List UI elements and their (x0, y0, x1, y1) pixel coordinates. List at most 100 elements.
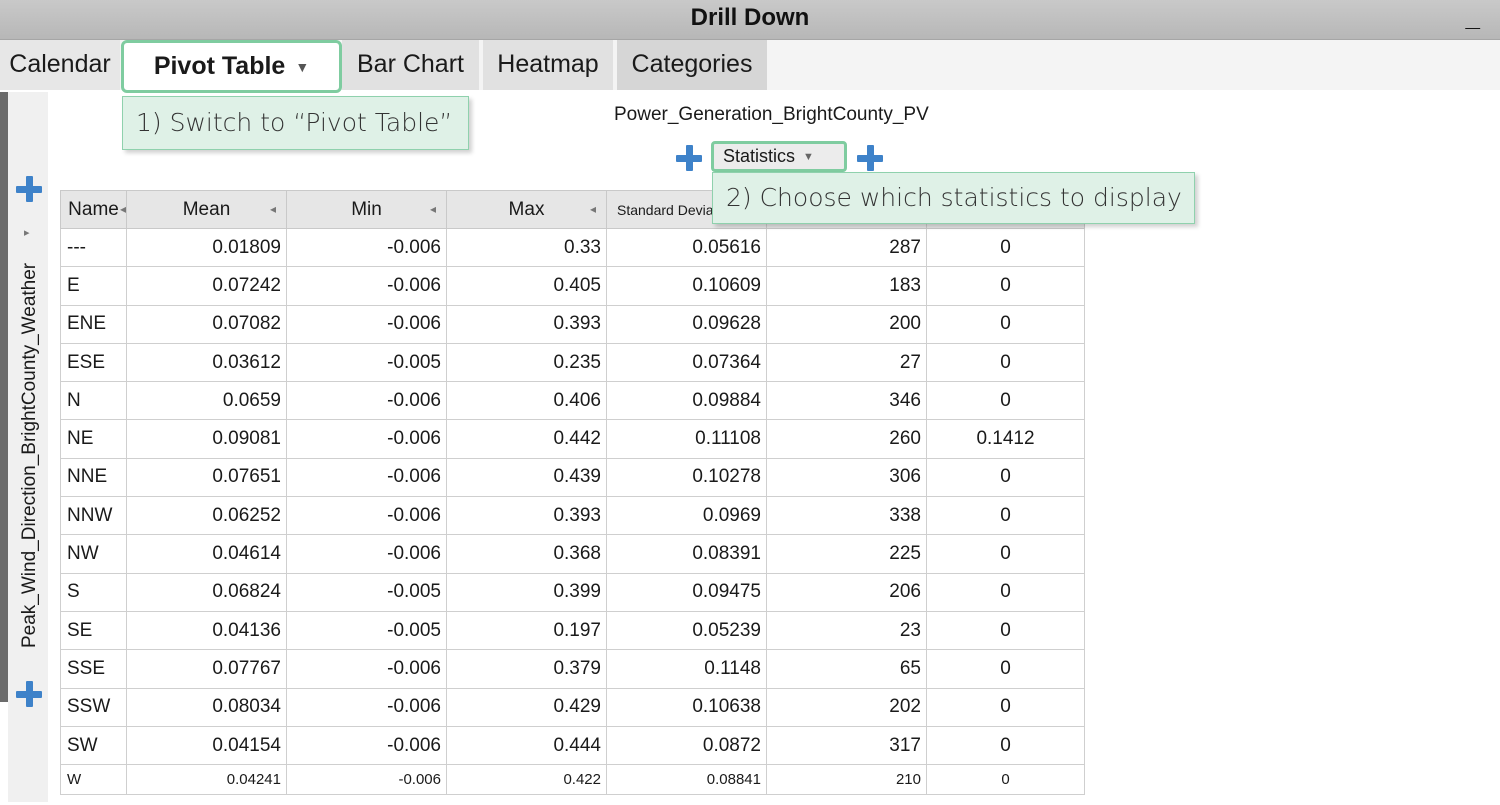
count-cell: 206 (766, 572, 927, 612)
row-name-cell[interactable]: --- (60, 227, 127, 268)
max-cell: 0.235 (446, 342, 607, 383)
column-header-label: Min (351, 198, 382, 220)
tab-pivot-table-label: Pivot Table (153, 52, 286, 80)
tab-categories[interactable]: Categories (615, 40, 767, 90)
std-dev-cell: 0.05616 (606, 227, 767, 268)
min-cell: -0.005 (286, 342, 447, 383)
row-name-cell[interactable]: N (60, 381, 127, 421)
row-name-cell[interactable]: SE (60, 610, 127, 651)
max-cell: 0.368 (446, 534, 607, 574)
scroll-strip[interactable] (0, 92, 8, 702)
count-cell: 317 (766, 725, 927, 766)
mean-cell: 0.09081 (126, 419, 287, 459)
row-name-cell[interactable]: NE (60, 419, 127, 459)
table-row[interactable]: E 0.07242 -0.006 0.405 0.10609 183 0 (60, 266, 1085, 306)
min-cell: -0.006 (286, 649, 447, 689)
add-row-field-top-plus-icon[interactable] (16, 176, 42, 202)
min-cell: -0.006 (286, 381, 447, 421)
table-row[interactable]: S 0.06824 -0.005 0.399 0.09475 206 0 (60, 572, 1085, 612)
caret-down-icon: ▼ (295, 59, 310, 76)
column-header-mean[interactable]: Mean ◂ (126, 190, 287, 229)
row-name-cell[interactable]: NW (60, 534, 127, 574)
extra-cell: 0 (926, 227, 1085, 268)
pivot-table: Name ◂ Mean ◂ Min ◂ Max ◂ Standard Deviat --… (60, 190, 1085, 796)
row-name-cell[interactable]: E (60, 266, 127, 306)
count-cell: 210 (766, 764, 927, 796)
table-row[interactable]: W 0.04241 -0.006 0.422 0.08841 210 0 (60, 764, 1085, 796)
row-name-cell[interactable]: SSW (60, 687, 127, 727)
min-cell: -0.006 (286, 687, 447, 727)
row-name-cell[interactable]: ESE (60, 342, 127, 383)
annotation-switch-pivot: 1) Switch to “Pivot Table” (122, 96, 469, 150)
std-dev-cell: 0.0872 (606, 725, 767, 766)
sort-arrow-icon[interactable]: ◂ (270, 202, 276, 216)
table-row[interactable]: SE 0.04136 -0.005 0.197 0.05239 23 0 (60, 610, 1085, 651)
column-header-label: Name (68, 198, 119, 220)
minimize-button[interactable]: _ (1466, 2, 1480, 33)
min-cell: -0.006 (286, 457, 447, 498)
row-name-cell[interactable]: ENE (60, 304, 127, 344)
tab-heatmap[interactable]: Heatmap (481, 40, 613, 90)
table-row[interactable]: NNW 0.06252 -0.006 0.393 0.0969 338 0 (60, 496, 1085, 536)
std-dev-cell: 0.1148 (606, 649, 767, 689)
title-bar: Drill Down _ (0, 0, 1500, 40)
tab-pivot-table[interactable]: Pivot Table ▼ (121, 40, 342, 93)
table-row[interactable]: ENE 0.07082 -0.006 0.393 0.09628 200 0 (60, 304, 1085, 344)
table-row[interactable]: NE 0.09081 -0.006 0.442 0.11108 260 0.1412 (60, 419, 1085, 459)
mean-cell: 0.01809 (126, 227, 287, 268)
sort-arrow-icon[interactable]: ◂ (590, 202, 596, 216)
table-row[interactable]: NW 0.04614 -0.006 0.368 0.08391 225 0 (60, 534, 1085, 574)
row-name-cell[interactable]: SSE (60, 649, 127, 689)
max-cell: 0.444 (446, 725, 607, 766)
min-cell: -0.005 (286, 610, 447, 651)
min-cell: -0.006 (286, 227, 447, 268)
extra-cell: 0 (926, 496, 1085, 536)
sort-arrow-icon[interactable]: ◂ (120, 202, 126, 216)
table-row[interactable]: NNE 0.07651 -0.006 0.439 0.10278 306 0 (60, 457, 1085, 498)
row-name-cell[interactable]: W (60, 764, 127, 796)
caret-down-icon: ▼ (803, 150, 814, 163)
mean-cell: 0.06824 (126, 572, 287, 612)
extra-cell: 0 (926, 687, 1085, 727)
min-cell: -0.006 (286, 764, 447, 796)
row-axis-label[interactable]: Peak_Wind_Direction_BrightCounty_Weather (19, 250, 43, 660)
std-dev-cell: 0.10638 (606, 687, 767, 727)
expand-arrow-icon[interactable]: ▸ (24, 226, 30, 239)
max-cell: 0.197 (446, 610, 607, 651)
row-name-cell[interactable]: SW (60, 725, 127, 766)
std-dev-cell: 0.10609 (606, 266, 767, 306)
tab-bar: Calendar Pivot Table ▼ Bar Chart Heatmap … (0, 40, 1500, 93)
sort-arrow-icon[interactable]: ◂ (430, 202, 436, 216)
column-header-max[interactable]: Max ◂ (446, 190, 607, 229)
column-header-name[interactable]: Name ◂ (60, 190, 127, 229)
std-dev-cell: 0.07364 (606, 342, 767, 383)
table-row[interactable]: SW 0.04154 -0.006 0.444 0.0872 317 0 (60, 725, 1085, 766)
statistics-dropdown[interactable]: Statistics ▼ (711, 141, 847, 172)
table-row[interactable]: ESE 0.03612 -0.005 0.235 0.07364 27 0 (60, 342, 1085, 383)
table-row[interactable]: SSW 0.08034 -0.006 0.429 0.10638 202 0 (60, 687, 1085, 727)
count-cell: 183 (766, 266, 927, 306)
column-header-min[interactable]: Min ◂ (286, 190, 447, 229)
row-name-cell[interactable]: NNE (60, 457, 127, 498)
max-cell: 0.33 (446, 227, 607, 268)
max-cell: 0.393 (446, 496, 607, 536)
add-row-field-bottom-plus-icon[interactable] (16, 681, 42, 707)
max-cell: 0.422 (446, 764, 607, 796)
count-cell: 346 (766, 381, 927, 421)
table-row[interactable]: SSE 0.07767 -0.006 0.379 0.1148 65 0 (60, 649, 1085, 689)
mean-cell: 0.06252 (126, 496, 287, 536)
count-cell: 287 (766, 227, 927, 268)
extra-cell: 0.1412 (926, 419, 1085, 459)
tab-calendar[interactable]: Calendar (0, 40, 120, 90)
tab-bar-chart[interactable]: Bar Chart (342, 40, 479, 90)
add-column-field-right-plus-icon[interactable] (857, 145, 883, 171)
row-name-cell[interactable]: S (60, 572, 127, 612)
min-cell: -0.006 (286, 419, 447, 459)
add-column-field-left-plus-icon[interactable] (676, 145, 702, 171)
table-row[interactable]: N 0.0659 -0.006 0.406 0.09884 346 0 (60, 381, 1085, 421)
column-header-label: Standard Deviat (617, 201, 718, 218)
extra-cell: 0 (926, 610, 1085, 651)
table-row[interactable]: --- 0.01809 -0.006 0.33 0.05616 287 0 (60, 227, 1085, 268)
row-name-cell[interactable]: NNW (60, 496, 127, 536)
max-cell: 0.439 (446, 457, 607, 498)
